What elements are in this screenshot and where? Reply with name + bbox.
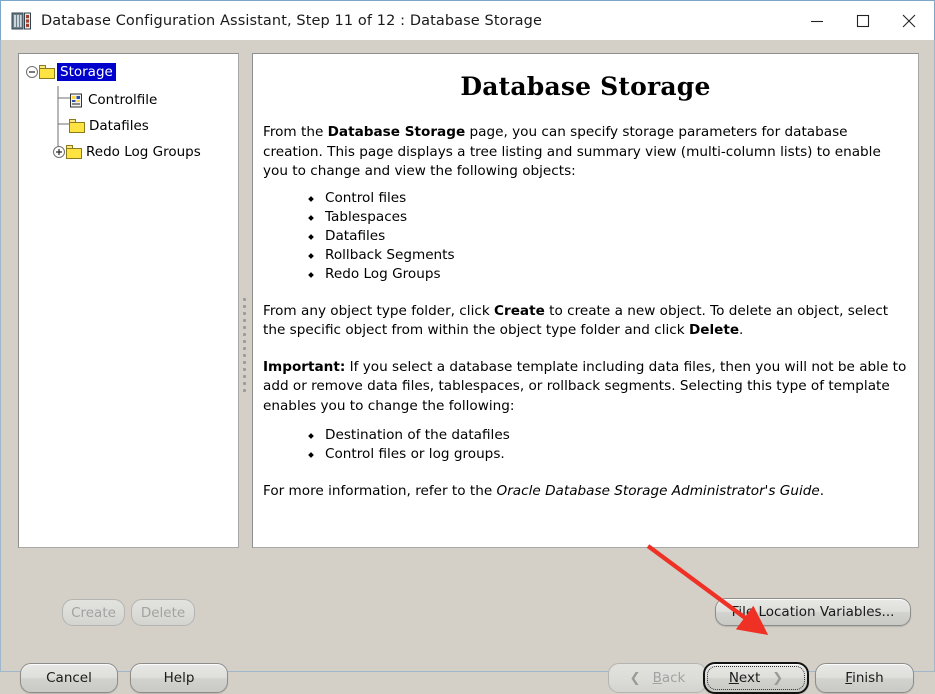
list-item: Destination of the datafiles — [309, 426, 918, 445]
p2-bold1: Create — [494, 302, 545, 319]
chevron-right-icon: ❯ — [772, 670, 784, 686]
list-item: Rollback Segments — [309, 246, 918, 265]
list-item: Datafiles — [309, 227, 918, 246]
paragraph-intro: From the Database Storage page, you can … — [253, 123, 918, 182]
folder-icon — [69, 119, 86, 133]
p4-part2: . — [819, 483, 825, 499]
object-type-list: Control files Tablespaces Datafiles Roll… — [253, 189, 918, 284]
finish-button-label: Finish — [845, 670, 884, 686]
window-title: Database Configuration Assistant, Step 1… — [41, 12, 542, 29]
window-controls — [794, 2, 932, 40]
list-item: Control files or log groups. — [309, 445, 918, 464]
file-location-variables-button[interactable]: File Location Variables... — [715, 598, 911, 626]
help-button-label: Help — [163, 670, 195, 686]
tree-item-controlfile[interactable]: Controlfile — [69, 90, 157, 110]
panel-splitter[interactable] — [241, 53, 250, 548]
next-button-label: Next — [728, 670, 761, 686]
controlfile-icon — [69, 93, 84, 108]
page-title: Database Storage — [460, 72, 711, 101]
p4-italic1: Oracle Database Storage Administrator's … — [496, 483, 820, 499]
paragraph-more-info: For more information, refer to the Oracl… — [253, 482, 918, 502]
p1-bold1: Database Storage — [327, 124, 466, 140]
list-item: Redo Log Groups — [309, 265, 918, 284]
content-panel: Database Storage From the Database Stora… — [252, 53, 919, 548]
paragraph-create-delete: From any object type folder, click Creat… — [253, 302, 918, 341]
maximize-icon[interactable] — [840, 2, 886, 40]
p2-bold2: Delete — [688, 322, 740, 338]
database-icon — [11, 10, 33, 32]
tree-item-label: Storage — [57, 63, 116, 81]
plus-circle-icon[interactable] — [52, 145, 66, 159]
splitter-grip[interactable] — [243, 298, 247, 396]
folder-icon — [39, 65, 56, 79]
list-item: Control files — [309, 189, 918, 208]
help-button[interactable]: Help — [130, 663, 228, 693]
cancel-button-label: Cancel — [46, 670, 92, 686]
chevron-left-icon: ❮ — [629, 670, 641, 686]
minimize-icon[interactable] — [794, 2, 840, 40]
tree-item-label: Redo Log Groups — [86, 144, 201, 160]
p2-part1: From any object type folder, click — [263, 302, 495, 319]
back-button-label: Back — [652, 670, 686, 686]
minus-circle-icon[interactable] — [25, 65, 39, 79]
cancel-button[interactable]: Cancel — [20, 663, 118, 693]
finish-button[interactable]: Finish — [815, 663, 914, 693]
file-location-variables-label: File Location Variables... — [731, 604, 895, 620]
list-item: Tablespaces — [309, 208, 918, 227]
changeable-items-list: Destination of the datafiles Control fil… — [253, 426, 918, 464]
title-bar: Database Configuration Assistant, Step 1… — [0, 0, 935, 40]
create-button-label: Create — [71, 604, 116, 621]
tree-item-storage[interactable]: Storage — [25, 62, 116, 82]
back-button[interactable]: ❮ Back — [608, 663, 707, 693]
paragraph-important: Important: If you select a database temp… — [253, 358, 918, 417]
p2-part3: . — [739, 322, 744, 338]
p3-part1: If you select a database template includ… — [263, 358, 907, 414]
window-body: Storage Controlfile Datafiles Redo Log G… — [0, 40, 935, 694]
tree-item-label: Datafiles — [89, 118, 149, 134]
folder-icon — [66, 145, 83, 159]
p3-bold1: Important: — [263, 358, 346, 375]
delete-button[interactable]: Delete — [131, 599, 195, 626]
p1-part1: From the — [263, 124, 328, 140]
create-button[interactable]: Create — [62, 599, 125, 626]
tree-item-label: Controlfile — [88, 92, 158, 108]
delete-button-label: Delete — [140, 604, 186, 621]
next-button[interactable]: Next ❯ — [703, 662, 809, 694]
close-icon[interactable] — [886, 2, 932, 40]
tree-item-datafiles[interactable]: Datafiles — [69, 116, 149, 136]
p4-part1: For more information, refer to the — [263, 483, 497, 499]
tree-item-redo-log-groups[interactable]: Redo Log Groups — [52, 142, 201, 162]
storage-tree-panel[interactable]: Storage Controlfile Datafiles Redo Log G… — [18, 53, 239, 548]
